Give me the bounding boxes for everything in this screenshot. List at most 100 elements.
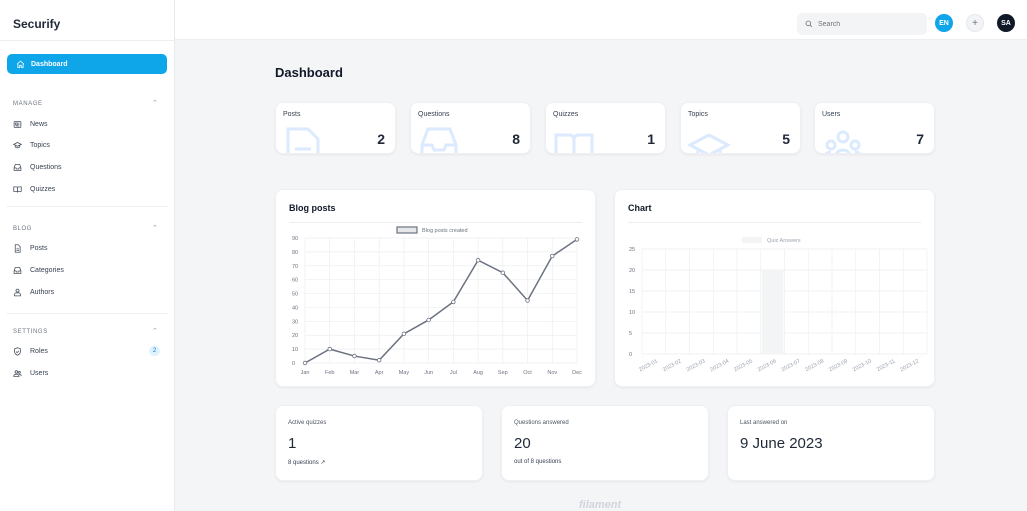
legend-label: Blog posts created <box>422 228 468 234</box>
brand-logo[interactable]: Securify <box>13 17 60 31</box>
page-title: Dashboard <box>275 65 343 80</box>
sidebar-item-questions[interactable]: Questions <box>13 160 163 174</box>
users-icon <box>13 369 22 377</box>
legend-swatch <box>742 237 762 243</box>
sidebar: Securify Dashboard MANAGE ⌃ News Topics … <box>0 0 175 511</box>
sidebar-item-dashboard[interactable]: Dashboard <box>7 54 167 74</box>
legend-swatch <box>396 226 418 234</box>
sidebar-item-label: Topics <box>30 141 50 149</box>
sidebar-item-users[interactable]: Users <box>13 366 163 380</box>
active-quizzes-card: Active quizzes 1 8 questions ↗ <box>275 405 483 481</box>
sidebar-item-roles[interactable]: Roles <box>13 344 163 358</box>
data-point <box>302 360 308 366</box>
avatar[interactable]: SA <box>997 14 1015 32</box>
sidebar-item-news[interactable]: News <box>13 117 163 131</box>
newspaper-icon <box>13 120 22 128</box>
y-tick-label: 30 <box>292 319 298 325</box>
search-icon <box>805 20 813 28</box>
stat-label: Topics <box>688 111 708 118</box>
sidebar-item-label: Roles <box>30 347 48 355</box>
x-tick-label: Jan <box>301 370 310 376</box>
chevron-up-icon[interactable]: ⌃ <box>152 224 158 232</box>
y-tick-label: 5 <box>629 331 632 337</box>
data-point <box>401 331 407 337</box>
series-line <box>304 238 578 364</box>
topbar: EN + SA <box>175 0 1027 40</box>
y-tick-label: 50 <box>292 292 298 298</box>
shield-check-icon <box>14 346 21 356</box>
x-tick-label: 2023-05 <box>733 358 754 373</box>
sidebar-item-quizzes[interactable]: Quizzes <box>13 182 163 196</box>
stat-card-quizzes[interactable]: Quizzes 1 <box>545 102 666 154</box>
blog-posts-card: Blog posts Blog posts created 90 80 70 60 50 4… <box>275 189 596 387</box>
y-tick-label: 70 <box>292 264 298 270</box>
search-box[interactable] <box>797 13 927 35</box>
add-button[interactable]: + <box>966 14 984 32</box>
divider <box>0 40 175 41</box>
data-point <box>451 299 456 305</box>
chevron-up-icon[interactable]: ⌃ <box>152 327 158 335</box>
group-title-manage: MANAGE <box>13 101 43 107</box>
x-tick-label: 2023-12 <box>899 358 920 373</box>
x-tick-label: 2023-09 <box>828 358 849 373</box>
x-tick-label: 2023-07 <box>781 358 802 373</box>
sidebar-item-topics[interactable]: Topics <box>13 138 163 152</box>
footer-logo: filament <box>579 499 622 511</box>
x-tick-label: 2023-11 <box>876 358 896 373</box>
inbox-icon <box>420 127 458 153</box>
stat-card-users[interactable]: Users 7 <box>814 102 935 154</box>
blog-posts-chart: Blog posts created 90 80 70 60 50 40 30 20 10 0 Jan… <box>292 226 582 376</box>
data-point <box>550 253 555 259</box>
language-switcher[interactable]: EN <box>935 14 953 32</box>
stat-card-topics[interactable]: Topics 5 <box>680 102 801 154</box>
stat-label: Quizzes <box>553 111 579 118</box>
data-point <box>475 258 481 263</box>
legend-label: Quiz Answers <box>767 238 801 244</box>
x-tick-label: May <box>399 370 410 376</box>
stat-value: 2 <box>377 131 385 147</box>
summary-label: Questions answered <box>514 420 569 426</box>
x-tick-label: Mar <box>350 370 360 376</box>
data-point <box>574 237 580 242</box>
summary-value: 20 <box>514 435 531 452</box>
group-title-settings: SETTINGS <box>13 329 48 335</box>
stat-value: 8 <box>512 131 520 147</box>
group-title-blog: BLOG <box>13 226 33 232</box>
y-tick-label: 10 <box>292 347 298 353</box>
x-tick-label: Dec <box>572 370 582 376</box>
y-tick-label: 15 <box>629 289 635 295</box>
y-tick-label: 25 <box>629 247 635 253</box>
sidebar-item-label: Categories <box>30 266 64 274</box>
x-tick-label: Feb <box>325 370 334 376</box>
search-input[interactable] <box>818 20 918 28</box>
sidebar-item-posts[interactable]: Posts <box>13 241 163 255</box>
y-tick-label: 20 <box>629 268 635 274</box>
sidebar-item-label: Quizzes <box>30 185 56 193</box>
stat-label: Questions <box>418 111 450 118</box>
x-tick-label: Aug <box>473 370 483 376</box>
x-tick-label: Oct <box>523 370 532 376</box>
stat-value: 5 <box>782 131 790 147</box>
x-tick-label: 2023-03 <box>686 358 707 373</box>
stat-card-posts[interactable]: Posts 2 <box>275 102 396 154</box>
y-tick-label: 40 <box>292 305 298 311</box>
summary-label: Active quizzes <box>288 420 327 426</box>
sidebar-item-categories[interactable]: Categories <box>13 263 163 277</box>
data-point <box>500 270 506 275</box>
sidebar-item-authors[interactable]: Authors <box>13 285 163 299</box>
data-point <box>376 358 382 363</box>
y-tick-label: 0 <box>629 352 632 358</box>
quiz-chart-card: Chart Quiz Answers 25 20 15 10 5 0 2023-01 2023-… <box>614 189 935 387</box>
y-tick-label: 80 <box>292 250 298 256</box>
summary-label: Last answered on <box>740 420 788 426</box>
x-tick-label: Jun <box>424 370 433 376</box>
x-tick-label: 2023-01 <box>638 358 659 373</box>
x-tick-label: Nov <box>547 370 557 376</box>
x-tick-label: 2023-04 <box>709 358 730 373</box>
sidebar-item-label: Users <box>30 369 49 377</box>
chevron-up-icon[interactable]: ⌃ <box>152 99 158 107</box>
sidebar-item-label: Authors <box>30 288 55 296</box>
roles-count-badge: 2 <box>149 346 160 356</box>
document-icon <box>14 243 21 253</box>
stat-card-questions[interactable]: Questions 8 <box>410 102 531 154</box>
